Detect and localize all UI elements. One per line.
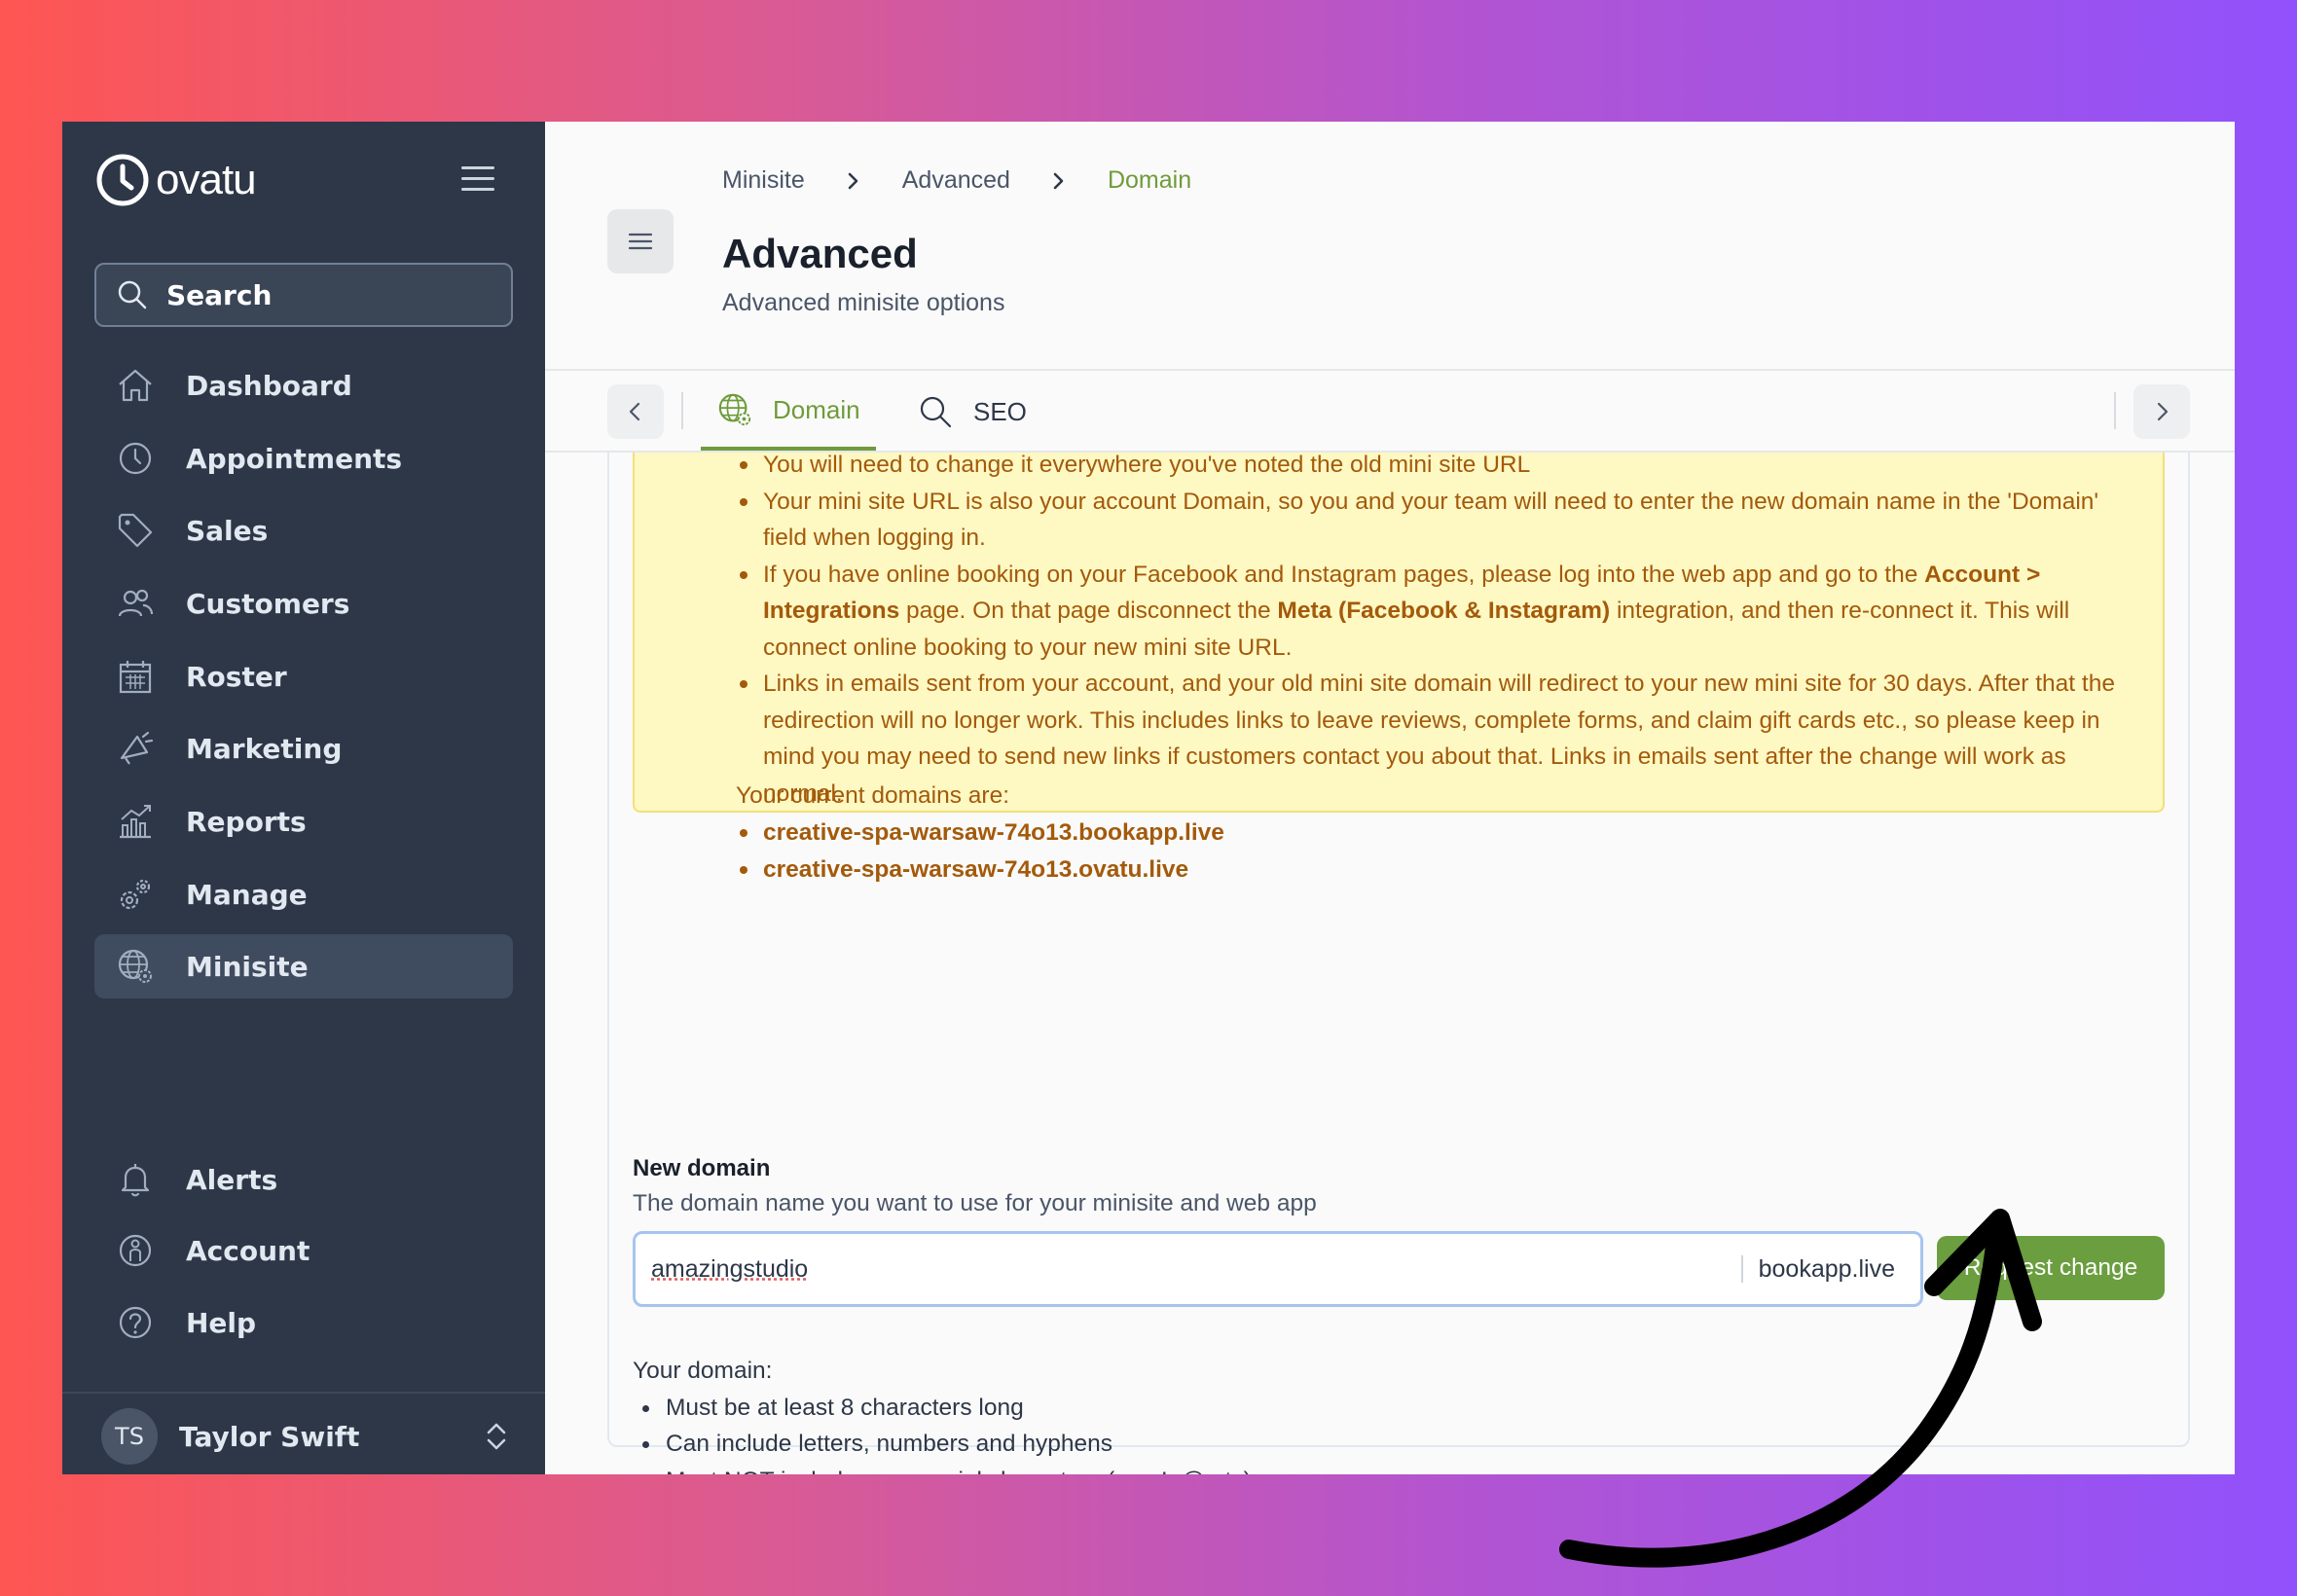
sidebar-item-label: Appointments bbox=[186, 442, 403, 475]
notice-text: page. On that page disconnect the bbox=[899, 598, 1278, 624]
notice-bullet: Your mini site URL is also your account … bbox=[732, 484, 2143, 557]
account-icon bbox=[119, 1234, 152, 1267]
page-subtitle: Advanced minisite options bbox=[722, 289, 1005, 316]
sidebar-item-dashboard[interactable]: Dashboard bbox=[94, 353, 513, 417]
domain-rules-heading: Your domain: bbox=[633, 1358, 773, 1384]
domain-rule: Can include letters, numbers and hyphens bbox=[633, 1426, 1252, 1463]
sidebar-item-label: Sales bbox=[186, 514, 269, 547]
sidebar-item-marketing[interactable]: Marketing bbox=[94, 716, 513, 780]
breadcrumb-advanced[interactable]: Advanced bbox=[902, 166, 1010, 195]
current-domains-heading: Your current domains are: bbox=[736, 782, 1009, 809]
chevron-left-icon bbox=[629, 402, 640, 421]
gears-icon bbox=[120, 879, 151, 910]
chevron-right-icon bbox=[1053, 172, 1064, 189]
page-header: Minisite Advanced Domain Advanced Advanc… bbox=[545, 122, 2235, 371]
notice-bullet: You will need to change it everywhere yo… bbox=[732, 453, 2143, 484]
search-icon bbox=[118, 280, 147, 309]
sidebar-item-label: Marketing bbox=[186, 732, 343, 765]
sidebar-collapse-icon[interactable] bbox=[461, 166, 494, 192]
sidebar-item-alerts[interactable]: Alerts bbox=[94, 1147, 513, 1212]
chevron-right-icon bbox=[848, 172, 858, 189]
sidebar-item-roster[interactable]: Roster bbox=[94, 644, 513, 708]
tab-label: Domain bbox=[773, 394, 860, 424]
domain-rules: Your domain: Must be at least 8 characte… bbox=[633, 1353, 1252, 1474]
bell-icon bbox=[121, 1164, 150, 1197]
sidebar-item-label: Help bbox=[186, 1306, 257, 1339]
warning-notice: You will need to change it everywhere yo… bbox=[633, 453, 2165, 883]
home-icon bbox=[119, 369, 152, 402]
page-menu-button[interactable] bbox=[607, 209, 674, 273]
curved-arrow-annotation-icon bbox=[1559, 1209, 2042, 1568]
current-domains-list: creative-spa-warsaw-74o13.bookapp.live c… bbox=[732, 815, 1224, 888]
sidebar-item-label: Manage bbox=[186, 878, 308, 911]
brand-logo[interactable]: ovatu bbox=[95, 153, 257, 207]
chart-icon bbox=[120, 805, 151, 839]
calendar-icon bbox=[119, 661, 152, 694]
sidebar-item-label: Alerts bbox=[186, 1163, 278, 1196]
notice-text: If you have online booking on your Faceb… bbox=[763, 561, 1925, 588]
sidebar-item-manage[interactable]: Manage bbox=[94, 862, 513, 926]
menu-icon bbox=[628, 233, 653, 250]
globe-gear-icon bbox=[718, 393, 751, 426]
sidebar-item-label: Roster bbox=[186, 660, 287, 693]
sidebar-item-label: Dashboard bbox=[186, 369, 352, 402]
tab-scroll-left-button[interactable] bbox=[607, 384, 664, 439]
breadcrumb: Minisite Advanced Domain bbox=[722, 166, 1191, 195]
globe-gear-icon bbox=[118, 949, 152, 983]
sidebar: ovatu Search Dashboard Appointments Sale… bbox=[62, 122, 545, 1474]
clock-logo-icon bbox=[96, 154, 149, 206]
notice-bold: Meta (Facebook & Instagram) bbox=[1277, 598, 1611, 624]
tab-bar: Domain SEO bbox=[545, 373, 2235, 453]
page-title: Advanced bbox=[722, 231, 918, 276]
tab-seo[interactable]: SEO bbox=[917, 373, 1027, 451]
search-button[interactable]: Search bbox=[94, 263, 513, 327]
sidebar-item-label: Account bbox=[186, 1234, 310, 1267]
sidebar-item-help[interactable]: Help bbox=[94, 1290, 513, 1355]
breadcrumb-domain[interactable]: Domain bbox=[1108, 166, 1191, 195]
sidebar-item-label: Reports bbox=[186, 805, 307, 838]
notice-bullet: If you have online booking on your Faceb… bbox=[732, 557, 2143, 667]
current-domain: creative-spa-warsaw-74o13.bookapp.live bbox=[732, 815, 1224, 852]
search-label: Search bbox=[166, 278, 273, 311]
sidebar-item-label: Customers bbox=[186, 587, 350, 620]
sidebar-item-label: Minisite bbox=[186, 950, 309, 983]
sidebar-item-minisite[interactable]: Minisite bbox=[94, 934, 513, 998]
sidebar-item-customers[interactable]: Customers bbox=[94, 571, 513, 635]
users-icon bbox=[118, 589, 154, 617]
current-domain: creative-spa-warsaw-74o13.ovatu.live bbox=[732, 852, 1224, 889]
brand-name: ovatu bbox=[156, 156, 257, 203]
tag-icon bbox=[118, 513, 153, 548]
tab-domain[interactable]: Domain bbox=[701, 373, 876, 451]
tab-divider bbox=[681, 392, 683, 429]
avatar: TS bbox=[101, 1408, 158, 1465]
megaphone-icon bbox=[120, 731, 154, 765]
tab-label: SEO bbox=[973, 396, 1027, 426]
tab-divider bbox=[2114, 392, 2116, 429]
tab-scroll-right-button[interactable] bbox=[2133, 384, 2190, 439]
notice-bullets: You will need to change it everywhere yo… bbox=[732, 453, 2143, 812]
domain-rule: Must be at least 8 characters long bbox=[633, 1390, 1252, 1427]
help-icon bbox=[119, 1306, 152, 1339]
sidebar-item-account[interactable]: Account bbox=[94, 1218, 513, 1283]
domain-rules-list: Must be at least 8 characters long Can i… bbox=[633, 1390, 1252, 1475]
chevron-up-down-icon bbox=[487, 1423, 506, 1450]
user-name: Taylor Swift bbox=[179, 1420, 360, 1453]
new-domain-label: New domain bbox=[633, 1155, 771, 1181]
sidebar-divider bbox=[62, 1392, 545, 1394]
sidebar-item-appointments[interactable]: Appointments bbox=[94, 426, 513, 490]
domain-rule: Must NOT include any special characters … bbox=[633, 1463, 1252, 1475]
breadcrumb-minisite[interactable]: Minisite bbox=[722, 166, 805, 195]
chevron-right-icon bbox=[2157, 402, 2169, 421]
new-domain-help: The domain name you want to use for your… bbox=[633, 1190, 1317, 1216]
clock-icon bbox=[119, 442, 152, 475]
sidebar-item-reports[interactable]: Reports bbox=[94, 789, 513, 853]
user-menu[interactable]: TS Taylor Swift bbox=[101, 1404, 510, 1469]
sidebar-item-sales[interactable]: Sales bbox=[94, 498, 513, 562]
search-icon bbox=[920, 396, 952, 428]
